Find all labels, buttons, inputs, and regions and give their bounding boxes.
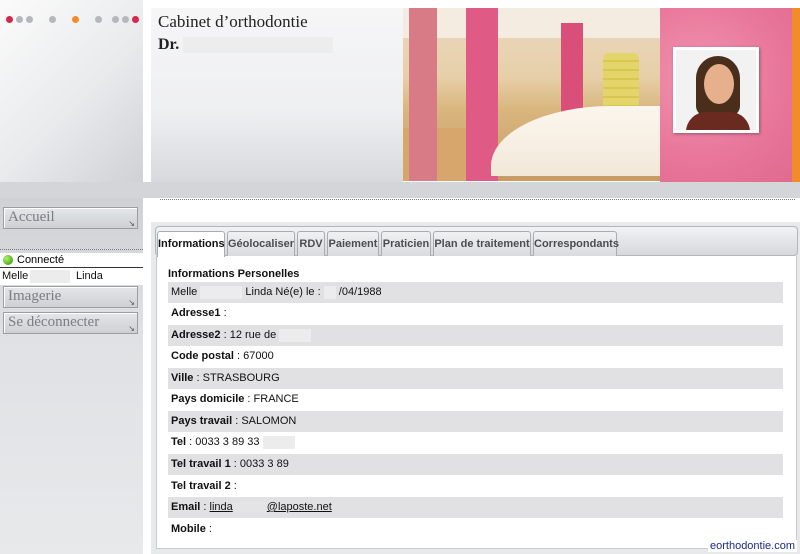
logout-button[interactable]: Se déconnecter ↘ [3,312,138,334]
info-row-identity: Melle Linda Né(e) le : /04/1988 [168,282,783,303]
user-title: Melle [2,270,29,282]
redacted-user-name [30,270,70,283]
logo-dot [132,16,139,23]
tab-geolocaliser[interactable]: Géolocaliser [227,231,295,256]
redacted-birth-day [323,285,336,299]
ville-value: STRASBOURG [202,372,280,384]
tel-travail-1-label: Tel travail 1 [171,458,231,470]
info-row-mobile: Mobile : [171,523,212,535]
adresse1-label: Adresse1 [171,307,221,319]
info-row-code-postal: Code postal : 67000 [171,350,274,362]
practitioner-portrait [673,47,759,133]
info-row-ville: Ville : STRASBOURG [168,368,783,389]
logo-dots [6,16,139,23]
redacted-street [279,328,312,342]
redacted-email-part [232,500,267,514]
clinic-photo [403,8,660,181]
status-label: Connecté [17,254,65,266]
orange-decor-strip [792,8,800,182]
logo-dot [26,16,33,23]
logo-dot [95,16,102,23]
birth-date: /04/1988 [338,286,382,298]
accueil-button[interactable]: Accueil ↘ [3,207,138,229]
info-row-pays-domicile: Pays domicile : FRANCE [171,393,299,405]
ville-label: Ville [171,372,194,384]
dotted-divider [160,199,795,200]
redacted-surname [200,285,243,299]
clinic-title: Cabinet d’orthodontie [158,12,308,31]
tab-rdv[interactable]: RDV [297,231,325,256]
tab-plan-de-traitement[interactable]: Plan de traitement [433,231,531,256]
logout-label: Se déconnecter [8,314,100,330]
info-row-tel: Tel : 0033 3 89 33 [168,432,783,453]
tel-value: 0033 3 89 33 [195,436,260,448]
resize-corner-icon: ↘ [128,298,135,307]
code-postal-value: 67000 [243,350,274,362]
logo-dot [49,16,56,23]
sidebar [0,198,143,554]
email-user: linda [209,501,233,513]
patient-first-name: Linda [245,286,273,298]
doctor-prefix: Dr. [158,36,180,53]
info-row-adresse1: Adresse1 : [171,307,227,319]
tel-travail-2-label: Tel travail 2 [171,480,231,492]
born-label: Né(e) le : [275,286,321,298]
logo-dot [122,16,129,23]
tel-travail-1-value: 0033 3 89 [239,458,289,470]
pays-domicile-value: FRANCE [253,393,299,405]
doctor-name: Dr. [158,36,334,54]
email-link[interactable]: linda @laposte.net [209,500,332,514]
code-postal-label: Code postal [171,350,234,362]
logo-dot [112,16,119,23]
logo-dot [72,16,79,23]
tab-informations[interactable]: Informations [157,231,225,257]
redacted-doctor-name [183,37,334,54]
connection-panel: Connecté Melle Linda [0,253,143,285]
tab-correspondants[interactable]: Correspondants [533,231,619,256]
redacted-phone-digits [262,435,295,449]
email-domain: @laposte.net [266,501,332,513]
header-title-panel [151,8,403,182]
imagerie-button[interactable]: Imagerie ↘ [3,286,138,308]
header-separator [0,182,800,198]
logo-dot [6,16,13,23]
status-online-icon [3,255,13,265]
pays-travail-label: Pays travail [171,415,233,427]
patient-title: Melle [171,286,198,298]
footer-brand: eorthodontie.com [708,540,797,552]
user-first-name: Linda [76,270,103,282]
status-underline [0,267,143,268]
info-row-email: Email : linda @laposte.net [168,497,783,518]
info-row-pays-travail: Pays travail : SALOMON [168,411,783,432]
info-row-tel-travail-2: Tel travail 2 : [171,480,237,492]
section-heading: Informations Personelles [168,268,300,280]
tab-paiement[interactable]: Paiement [327,231,379,256]
logo-dot [16,16,23,23]
sidebar-divider [0,249,143,250]
adresse2-label: Adresse2 [171,329,221,341]
resize-corner-icon: ↘ [128,219,135,228]
imagerie-label: Imagerie [8,288,62,304]
tab-praticien[interactable]: Praticien [381,231,431,256]
adresse2-value: 12 rue de [229,329,277,341]
mobile-label: Mobile [171,523,206,535]
accueil-label: Accueil [8,209,55,225]
pays-domicile-label: Pays domicile [171,393,245,405]
info-row-adresse2: Adresse2 : 12 rue de [168,325,783,346]
email-label: Email [171,501,201,513]
resize-corner-icon: ↘ [128,324,135,333]
logo-panel [0,0,143,182]
info-row-tel-travail-1: Tel travail 1 : 0033 3 89 [168,454,783,475]
tel-label: Tel [171,436,187,448]
pays-travail-value: SALOMON [241,415,297,427]
